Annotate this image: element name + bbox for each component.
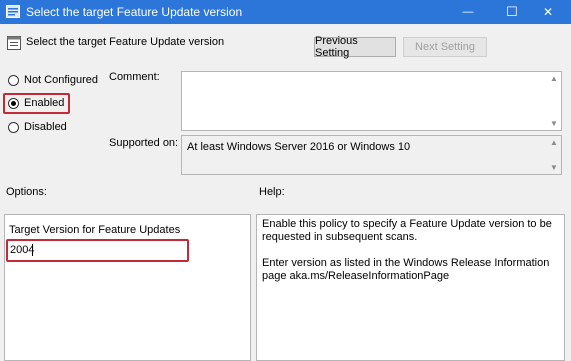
help-text: Enable this policy to specify a Feature … — [262, 218, 554, 283]
window-title: Select the target Feature Update version — [26, 5, 243, 19]
options-panel: Target Version for Feature Updates 2004 — [4, 214, 251, 361]
radio-not-configured-label: Not Configured — [24, 74, 98, 86]
help-label: Help: — [259, 186, 285, 198]
title-bar: Select the target Feature Update version… — [0, 0, 571, 24]
scroll-down-icon[interactable]: ▼ — [550, 164, 558, 172]
text-cursor — [32, 244, 33, 256]
comment-textarea[interactable]: ▲ ▼ — [181, 71, 562, 131]
target-version-input[interactable]: 2004 — [9, 242, 186, 259]
options-label: Options: — [6, 186, 47, 198]
supported-scrollbar[interactable]: ▲ ▼ — [546, 136, 561, 174]
target-version-label: Target Version for Feature Updates — [9, 224, 181, 236]
radio-enabled[interactable]: Enabled — [8, 97, 64, 109]
close-button[interactable]: ✕ — [531, 0, 565, 24]
previous-setting-button[interactable]: Previous Setting — [314, 35, 396, 59]
target-version-value: 2004 — [10, 244, 35, 256]
radio-disabled-label: Disabled — [24, 121, 67, 133]
supported-on-box: At least Windows Server 2016 or Windows … — [181, 135, 562, 175]
next-setting-label: Next Setting — [415, 41, 475, 53]
comment-label: Comment: — [109, 71, 160, 83]
radio-enabled-dot[interactable] — [8, 97, 19, 109]
scroll-up-icon[interactable]: ▲ — [550, 75, 558, 83]
radio-not-configured[interactable]: Not Configured — [8, 74, 98, 86]
supported-on-value: At least Windows Server 2016 or Windows … — [187, 141, 411, 153]
close-icon: ✕ — [542, 5, 554, 19]
policy-title: Select the target Feature Update version — [26, 36, 225, 48]
radio-disabled-dot[interactable] — [8, 121, 19, 133]
help-paragraph-1: Enable this policy to specify a Feature … — [262, 218, 552, 243]
comment-scrollbar[interactable]: ▲ ▼ — [546, 72, 561, 130]
help-paragraph-2: Enter version as listed in the Windows R… — [262, 257, 550, 282]
minimize-button[interactable]: — — [451, 0, 485, 24]
radio-enabled-label: Enabled — [24, 97, 65, 109]
radio-not-configured-dot[interactable] — [8, 74, 19, 86]
policy-setting-icon — [7, 36, 21, 50]
scroll-down-icon[interactable]: ▼ — [550, 120, 558, 128]
policy-app-icon — [6, 5, 20, 18]
supported-on-label: Supported on: — [109, 137, 179, 149]
radio-disabled[interactable]: Disabled — [8, 121, 67, 133]
previous-setting-label: Previous Setting — [315, 35, 358, 59]
next-setting-button[interactable]: Next Setting — [403, 37, 487, 57]
minimize-icon: — — [462, 6, 474, 18]
help-panel: Enable this policy to specify a Feature … — [256, 214, 565, 361]
maximize-icon: ☐ — [506, 4, 518, 19]
scroll-up-icon[interactable]: ▲ — [550, 139, 558, 147]
maximize-button[interactable]: ☐ — [495, 0, 529, 24]
